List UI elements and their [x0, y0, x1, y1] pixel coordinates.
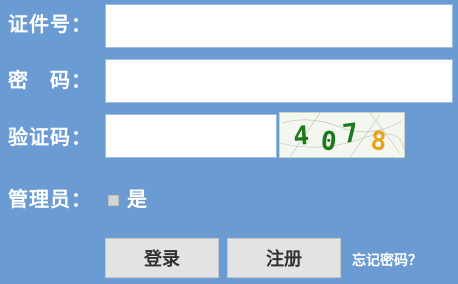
id-number-label: 证件号：	[8, 12, 92, 36]
captcha-char: 8	[369, 126, 387, 157]
admin-checkbox-label[interactable]: 是	[127, 187, 147, 211]
password-label: 密 码：	[8, 68, 92, 92]
id-number-input[interactable]	[105, 4, 453, 48]
captcha-char: 0	[319, 126, 338, 157]
register-button[interactable]: 注册	[227, 238, 341, 278]
login-button[interactable]: 登录	[105, 238, 219, 278]
forgot-password-link[interactable]: 忘记密码？	[352, 252, 422, 270]
captcha-input[interactable]	[105, 114, 277, 158]
captcha-graphic: 4078	[280, 113, 404, 157]
captcha-label: 验证码：	[8, 125, 92, 149]
captcha-char: 7	[341, 118, 361, 150]
captcha-char: 4	[292, 121, 310, 152]
admin-label: 管理员：	[8, 187, 92, 211]
captcha-image[interactable]: 4078	[279, 112, 405, 158]
admin-checkbox[interactable]	[108, 195, 119, 206]
password-input[interactable]	[105, 59, 453, 103]
